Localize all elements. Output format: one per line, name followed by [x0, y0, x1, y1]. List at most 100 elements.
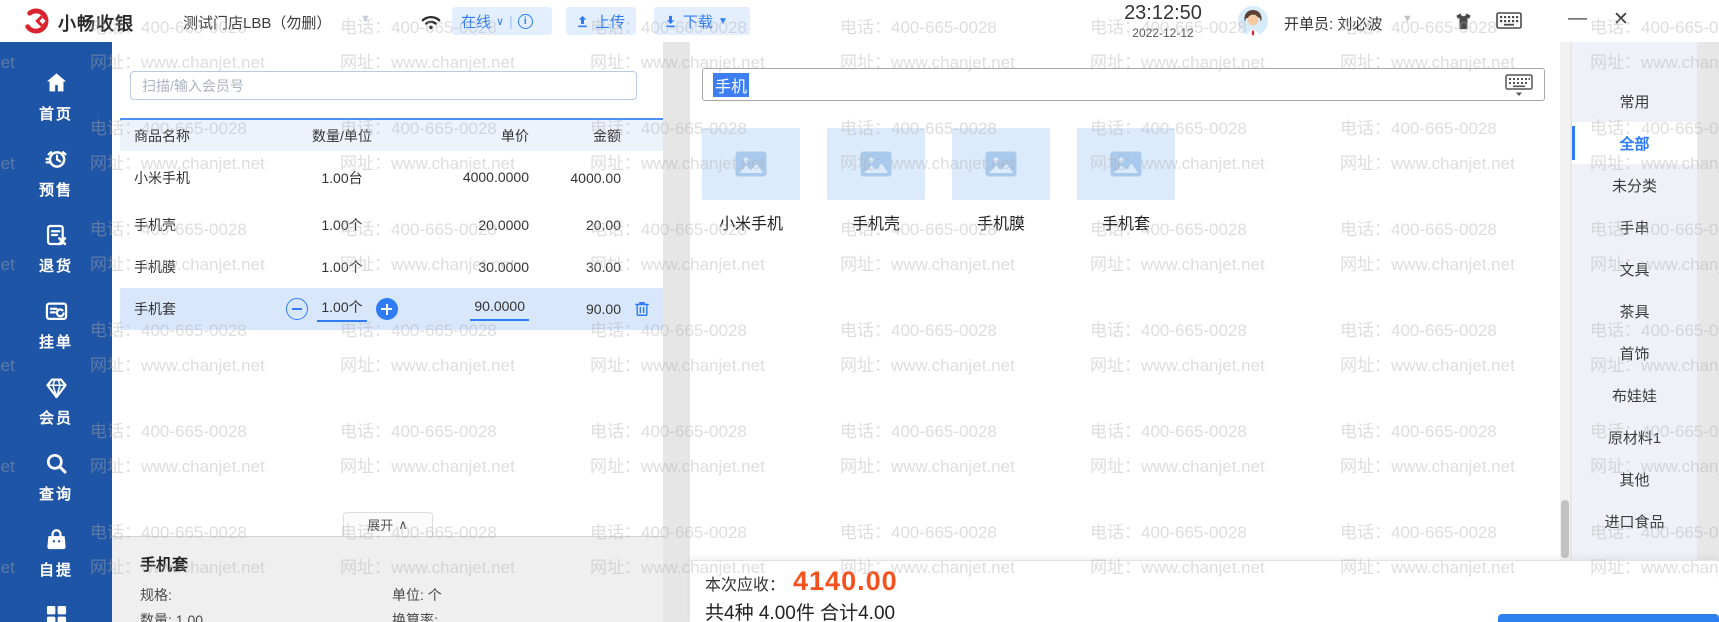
current-time: 23:12:50 [1124, 2, 1202, 24]
cart-row[interactable]: 手机膜 1.00个 30.0000 30.00 [120, 246, 663, 288]
product-search-input[interactable]: 手机 [702, 68, 1545, 101]
product-name: 手机壳 [851, 216, 900, 233]
col-amount: 金额 [593, 127, 621, 144]
cart-item-qty: 1.00个 [321, 217, 363, 233]
home-icon [46, 73, 66, 92]
expand-toggle-button[interactable]: 展开 ∧ [342, 512, 433, 536]
cart-table: 商品名称 数量/单位 单价 金额 小米手机 1.00台 4000.0000 40… [120, 118, 663, 330]
pos-app: 小畅收银 测试门店LBB（勿删） ▼ 在线 ∨ | i 上传 下载 ▼ 23:1… [0, 0, 1719, 622]
theme-shirt-icon[interactable] [1452, 10, 1475, 33]
online-chevron-icon[interactable]: ∨ [496, 15, 504, 28]
category-sidebar: 常用 全部 未分类 手串 文具 茶具 首饰 布娃娃 原材料1 其他 进口食品 [1572, 42, 1697, 560]
detail-item-title: 手机套 [140, 557, 189, 574]
cart-item-qty: 1.00个 [321, 259, 363, 275]
scrollbar-thumb[interactable] [1561, 500, 1569, 558]
category-item[interactable]: 进口食品 [1572, 500, 1697, 542]
member-search-input[interactable] [130, 71, 637, 100]
scrollbar-track[interactable] [1560, 42, 1570, 560]
cart-item-price: 20.0000 [478, 216, 529, 233]
category-item[interactable]: 未分类 [1572, 164, 1697, 206]
checkout-button[interactable] [1498, 614, 1719, 622]
download-button[interactable]: 下载 ▼ [654, 7, 750, 35]
info-icon[interactable]: i [517, 13, 533, 29]
upload-button[interactable]: 上传 [566, 7, 636, 35]
sidebar-item-more[interactable]: 更多 [0, 602, 112, 622]
detail-unit: 单位: 个 [392, 587, 442, 603]
image-icon [860, 151, 892, 177]
download-caret-icon[interactable]: ▼ [718, 16, 728, 27]
download-icon [666, 15, 675, 27]
product-card[interactable]: 手机膜 [952, 128, 1050, 234]
product-card[interactable]: 小米手机 [702, 128, 800, 234]
cart-item-qty: 1.00台 [321, 169, 363, 186]
cart-row[interactable]: 小米手机 1.00台 4000.0000 4000.00 [120, 151, 663, 204]
product-card[interactable]: 手机壳 [827, 128, 925, 234]
sidebar-item-returns[interactable]: 退货 [0, 222, 112, 276]
cart-row-selected[interactable]: 手机套 1.00个 90.0000 90.00 [120, 288, 663, 330]
qty-editable-value[interactable]: 1.00个 [317, 297, 367, 322]
detail-spec: 规格: [140, 587, 172, 603]
qty-plus-button[interactable] [375, 298, 398, 320]
close-button[interactable]: ✕ [1613, 8, 1629, 31]
cart-item-amount: 90.00 [585, 301, 621, 317]
chevron-up-icon: ∧ [398, 516, 408, 532]
top-bar: 小畅收银 测试门店LBB（勿删） ▼ 在线 ∨ | i 上传 下载 ▼ 23:1… [0, 0, 1719, 42]
online-status-chip[interactable]: 在线 ∨ | i [452, 7, 552, 35]
hold-order-icon [45, 302, 67, 320]
detail-conversion-rate: 换算率: [392, 612, 438, 622]
presale-clock-icon [44, 151, 67, 168]
store-selector[interactable]: 测试门店LBB（勿删） [183, 12, 331, 33]
member-diamond-icon [45, 378, 67, 399]
delete-item-button[interactable] [621, 299, 663, 319]
cart-item-name: 手机膜 [134, 259, 176, 275]
category-item[interactable]: 茶具 [1572, 290, 1697, 332]
sidebar-item-query[interactable]: 查询 [0, 450, 112, 504]
category-item[interactable]: 其他 [1572, 458, 1697, 500]
search-selected-text: 手机 [713, 72, 750, 97]
checkout-bar: 本次应收： 4140.00 共4种 4.00件 合计4.00 [690, 560, 1719, 622]
sidebar-item-hold-order[interactable]: 挂单 [0, 298, 112, 352]
cart-panel: 商品名称 数量/单位 单价 金额 小米手机 1.00台 4000.0000 40… [112, 42, 663, 622]
amount-due-label: 本次应收： [705, 577, 786, 594]
category-item[interactable]: 首饰 [1572, 332, 1697, 374]
product-image-placeholder [827, 128, 925, 200]
current-date: 2022-12-12 [1132, 26, 1194, 40]
wifi-icon [421, 16, 441, 30]
avatar[interactable] [1238, 6, 1268, 36]
upload-label: 上传 [595, 13, 626, 31]
cashier-selector[interactable]: 开单员: 刘必波 [1284, 13, 1382, 34]
cart-row[interactable]: 手机壳 1.00个 20.0000 20.00 [120, 204, 663, 246]
cart-item-price[interactable]: 90.0000 [417, 297, 529, 321]
store-caret-icon[interactable]: ▼ [360, 13, 371, 25]
category-item[interactable]: 手串 [1572, 206, 1697, 248]
self-pickup-bag-icon [46, 529, 66, 550]
trash-icon [635, 302, 649, 316]
cart-item-amount: 20.00 [585, 217, 621, 233]
keyboard-icon[interactable] [1496, 12, 1522, 31]
sidebar-item-home[interactable]: 首页 [0, 70, 112, 124]
minimize-button[interactable]: — [1568, 8, 1587, 30]
category-item-selected[interactable]: 全部 [1572, 122, 1697, 164]
image-icon [735, 151, 767, 177]
image-icon [985, 151, 1017, 177]
left-nav: 首页 预售 退货 挂单 会员 查询 自提 [0, 42, 112, 622]
qty-minus-button[interactable] [286, 298, 309, 320]
category-item[interactable]: 文具 [1572, 248, 1697, 290]
category-item[interactable]: 常用 [1572, 80, 1697, 122]
col-product-name: 商品名称 [134, 127, 190, 144]
product-card[interactable]: 手机套 [1077, 128, 1175, 234]
cart-item-price: 4000.0000 [462, 169, 529, 186]
product-image-placeholder [702, 128, 800, 200]
expand-label: 展开 [367, 518, 394, 533]
sidebar-item-pickup[interactable]: 自提 [0, 526, 112, 580]
category-item[interactable]: 布娃娃 [1572, 374, 1697, 416]
category-item[interactable]: 原材料1 [1572, 416, 1697, 458]
cashier-caret-icon[interactable]: ▼ [1402, 13, 1413, 25]
sidebar-item-presale[interactable]: 预售 [0, 146, 112, 200]
chip-divider: | [509, 13, 513, 29]
product-grid: 小米手机 手机壳 手机膜 手机套 [702, 128, 1175, 234]
sidebar-item-member[interactable]: 会员 [0, 374, 112, 428]
keyboard-icon[interactable] [1504, 73, 1534, 97]
online-status-label: 在线 [461, 13, 492, 31]
product-name: 小米手机 [718, 216, 783, 233]
